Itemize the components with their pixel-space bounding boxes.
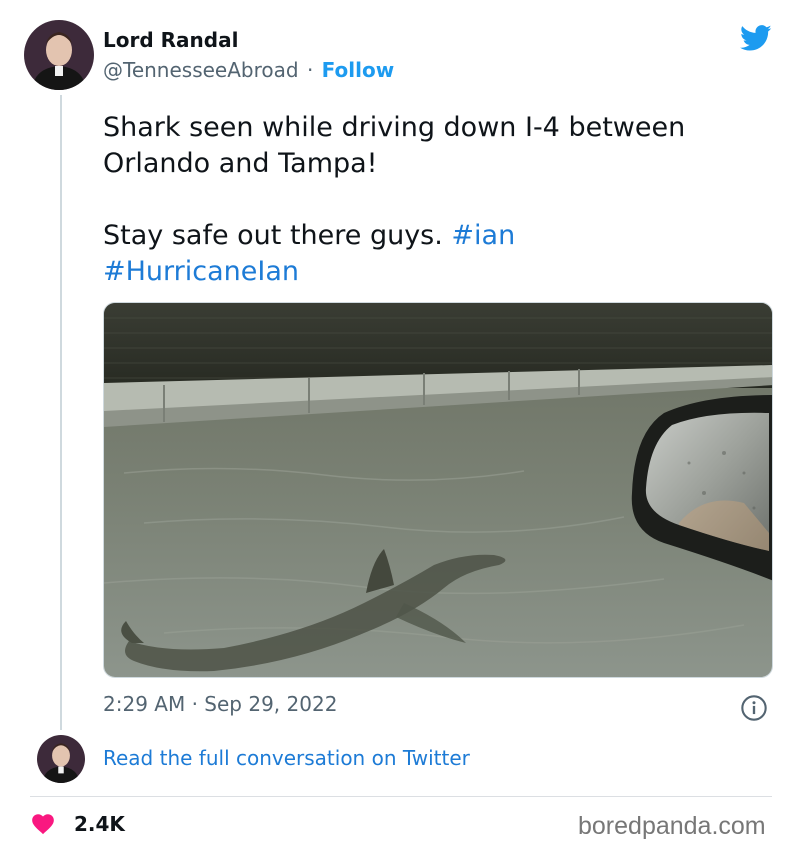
separator-dot: · — [191, 692, 205, 716]
tweet-timestamp[interactable]: 2:29 AM · Sep 29, 2022 — [103, 692, 337, 716]
hashtag-ian[interactable]: #ian — [451, 220, 515, 251]
tweet-date: Sep 29, 2022 — [204, 692, 338, 716]
tweet-photo[interactable] — [103, 302, 773, 678]
tweet-time: 2:29 AM — [103, 692, 186, 716]
tweet-text: Shark seen while driving down I-4 betwee… — [103, 110, 773, 290]
twitter-bird-icon[interactable] — [738, 22, 774, 54]
follow-button[interactable]: Follow — [322, 58, 395, 82]
author-handle-row: @TennesseeAbroad · Follow — [103, 58, 394, 82]
hashtag-hurricaneian[interactable]: #HurricaneIan — [103, 256, 299, 287]
info-icon[interactable] — [740, 694, 768, 722]
reply-avatar[interactable] — [37, 735, 85, 783]
author-name[interactable]: Lord Randal — [103, 28, 238, 52]
tweet-text-line2-body: Stay safe out there guys. — [103, 220, 452, 251]
heart-icon[interactable] — [30, 811, 56, 837]
like-count[interactable]: 2.4K — [74, 812, 125, 836]
thread-line — [60, 95, 62, 730]
author-handle[interactable]: @TennesseeAbroad — [103, 58, 299, 82]
separator-dot: · — [306, 58, 314, 82]
read-conversation-link[interactable]: Read the full conversation on Twitter — [103, 746, 470, 770]
watermark: boredpanda.com — [578, 812, 766, 840]
tweet-text-line1: Shark seen while driving down I-4 betwee… — [103, 112, 686, 179]
divider — [30, 796, 772, 797]
tweet-text-line2: Stay safe out there guys. #ian #Hurricane… — [103, 218, 773, 290]
author-avatar[interactable] — [24, 20, 94, 90]
